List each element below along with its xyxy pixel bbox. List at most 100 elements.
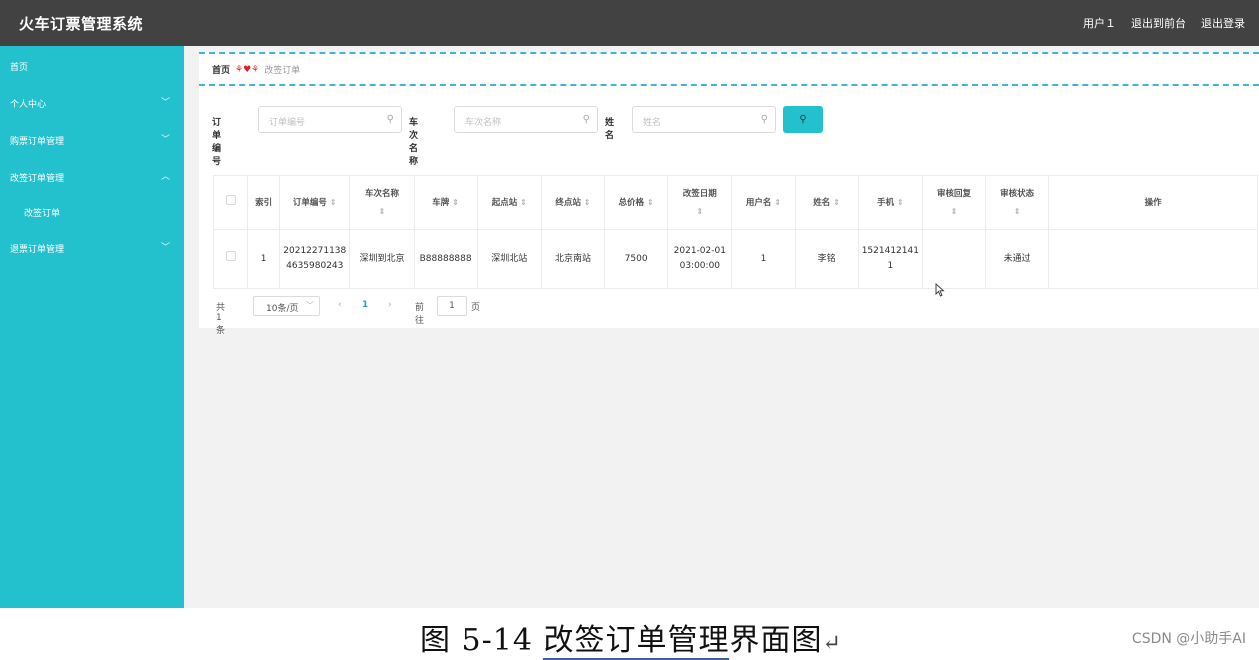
- breadcrumb-home[interactable]: 首页: [212, 63, 230, 76]
- prev-page-icon[interactable]: ‹: [338, 300, 342, 310]
- search-icon: ⚲: [582, 114, 590, 125]
- row-select-cell: [212, 229, 249, 289]
- col-phone[interactable]: 手机 ⇕: [857, 175, 923, 230]
- sort-icon: ⇕: [520, 197, 527, 207]
- goto-label: 前往: [415, 303, 425, 326]
- name-input[interactable]: 姓名 ⚲: [632, 106, 776, 133]
- row-checkbox[interactable]: [225, 251, 236, 261]
- cell-plate: B88888888: [413, 229, 478, 289]
- sidebar-item-label: 购票订单管理: [10, 137, 65, 147]
- sidebar-item-label: 个人中心: [10, 100, 47, 110]
- page-size-value: 10条/页: [266, 304, 299, 314]
- app-title: 火车订票管理系统: [19, 15, 144, 33]
- order-no-placeholder: 订单编号: [269, 118, 306, 128]
- caption-underlined: 改签订单管理: [543, 623, 730, 660]
- back-to-front-link[interactable]: 退出到前台: [1131, 15, 1186, 31]
- col-name[interactable]: 姓名 ⇕: [794, 175, 859, 230]
- cell-status: 未通过: [985, 229, 1050, 289]
- page-size-select[interactable]: 10条/页 ﹀: [253, 296, 320, 316]
- cell-name: 李铭: [794, 229, 859, 289]
- chevron-down-icon: ﹀: [160, 135, 170, 145]
- select-all-cell: [212, 175, 249, 230]
- sort-icon: ⇕: [329, 197, 337, 207]
- sidebar-subitem-change-order[interactable]: 改签订单: [0, 199, 184, 223]
- next-page-icon[interactable]: ›: [388, 300, 392, 310]
- col-label: 姓名: [813, 197, 831, 208]
- sort-icon: ⇕: [696, 206, 704, 216]
- sidebar-item-label: 首页: [10, 63, 29, 73]
- cell-date: 2021-02-01 03:00:00: [667, 229, 733, 289]
- sort-icon: ⇕: [647, 197, 654, 207]
- sidebar-item-purchase-orders[interactable]: 购票订单管理 ﹀: [0, 127, 184, 151]
- cell-price: 7500: [604, 229, 669, 289]
- col-to[interactable]: 终点站 ⇕: [540, 175, 606, 230]
- cell-train: 深圳到北京: [349, 229, 415, 289]
- page-suffix: 页: [471, 303, 481, 313]
- col-order-no[interactable]: 订单编号 ⇕: [279, 175, 351, 230]
- sidebar-item-label: 改签订单: [24, 209, 61, 219]
- sort-icon: ⇕: [950, 206, 958, 216]
- goto-page-input[interactable]: 1: [437, 296, 467, 316]
- divider: [199, 52, 1259, 54]
- select-all-checkbox[interactable]: [225, 194, 236, 205]
- sort-icon: ⇕: [896, 197, 904, 207]
- search-icon: ⚲: [760, 114, 768, 125]
- cell-reply: [921, 229, 987, 289]
- caption-prefix: 图 5-14: [420, 623, 544, 658]
- search-icon: ⚲: [386, 114, 394, 125]
- sort-icon: ⇕: [774, 197, 782, 207]
- col-index: 索引: [247, 175, 281, 230]
- col-label: 车次名称: [364, 188, 399, 199]
- col-user[interactable]: 用户名 ⇕: [731, 175, 796, 230]
- heart-separator-icon: ⚘♥⚘: [235, 64, 260, 75]
- col-date[interactable]: 改签日期 ⇕: [667, 175, 733, 230]
- page-number[interactable]: 1: [362, 300, 368, 310]
- col-status[interactable]: 审核状态 ⇕: [985, 175, 1050, 230]
- sidebar-item-home[interactable]: 首页: [0, 53, 184, 77]
- main-content: 首页 ⚘♥⚘ 改签订单 订单编号 订单编号 ⚲ 车次名称 车次名称 ⚲ 姓名 姓…: [184, 46, 1259, 608]
- cell-phone: 15214121411: [857, 229, 923, 289]
- name-label: 姓名: [605, 118, 615, 141]
- name-placeholder: 姓名: [643, 118, 662, 128]
- cell-order-no: 20212271138463598024​3: [279, 229, 351, 289]
- sidebar-item-change-orders[interactable]: 改签订单管理 ︿: [0, 164, 184, 188]
- col-label: 手机: [876, 197, 894, 208]
- col-price[interactable]: 总价格 ⇕: [604, 175, 669, 230]
- col-plate[interactable]: 车牌 ⇕: [413, 175, 478, 230]
- col-label: 终点站: [555, 197, 581, 208]
- sidebar-item-personal-center[interactable]: 个人中心 ﹀: [0, 90, 184, 114]
- cell-from: 深圳北站: [476, 229, 542, 289]
- col-label: 审核状态: [1000, 188, 1035, 199]
- cell-ops: [1048, 229, 1258, 289]
- user-link[interactable]: 用户１: [1083, 15, 1116, 31]
- col-label: 车牌: [432, 197, 450, 208]
- sidebar: 首页 个人中心 ﹀ 购票订单管理 ﹀ 改签订单管理 ︿ 改签订单 退票订单管理 …: [0, 46, 184, 608]
- col-reply[interactable]: 审核回复 ⇕: [921, 175, 987, 230]
- train-label: 车次名称: [409, 118, 419, 167]
- sort-icon: ⇕: [583, 197, 591, 207]
- top-links: 用户１ 退出到前台 退出登录: [1083, 15, 1245, 31]
- orders-table: 索引 订单编号 ⇕ 车次名称 ⇕ 车牌 ⇕ 起点站 ⇕ 终点站 ⇕ 总价格 ⇕ 改…: [212, 175, 1258, 289]
- breadcrumb-current: 改签订单: [264, 66, 301, 76]
- logout-link[interactable]: 退出登录: [1201, 15, 1245, 31]
- train-input[interactable]: 车次名称 ⚲: [454, 106, 598, 133]
- sidebar-item-refund-orders[interactable]: 退票订单管理 ﹀: [0, 235, 184, 259]
- order-no-input[interactable]: 订单编号 ⚲: [258, 106, 402, 133]
- divider: [199, 84, 1259, 86]
- watermark: CSDN @小助手AI: [1131, 631, 1246, 647]
- col-train[interactable]: 车次名称 ⇕: [349, 175, 415, 230]
- col-ops: 操作: [1048, 175, 1258, 230]
- sidebar-item-label: 退票订单管理: [10, 245, 65, 255]
- search-icon: ⚲: [799, 114, 807, 125]
- total-count: 共 1 条: [216, 303, 226, 336]
- content-panel: 首页 ⚘♥⚘ 改签订单 订单编号 订单编号 ⚲ 车次名称 车次名称 ⚲ 姓名 姓…: [199, 52, 1259, 336]
- col-from[interactable]: 起点站 ⇕: [476, 175, 542, 230]
- sort-icon: ⇕: [378, 206, 386, 216]
- col-label: 审核回复: [936, 188, 971, 199]
- search-button[interactable]: ⚲: [783, 106, 823, 133]
- col-label: 订单编号: [292, 197, 327, 208]
- col-label: 改签日期: [682, 188, 717, 199]
- mouse-cursor-icon: [935, 283, 945, 297]
- chevron-up-icon: ︿: [160, 172, 170, 182]
- col-label: 起点站: [491, 197, 518, 208]
